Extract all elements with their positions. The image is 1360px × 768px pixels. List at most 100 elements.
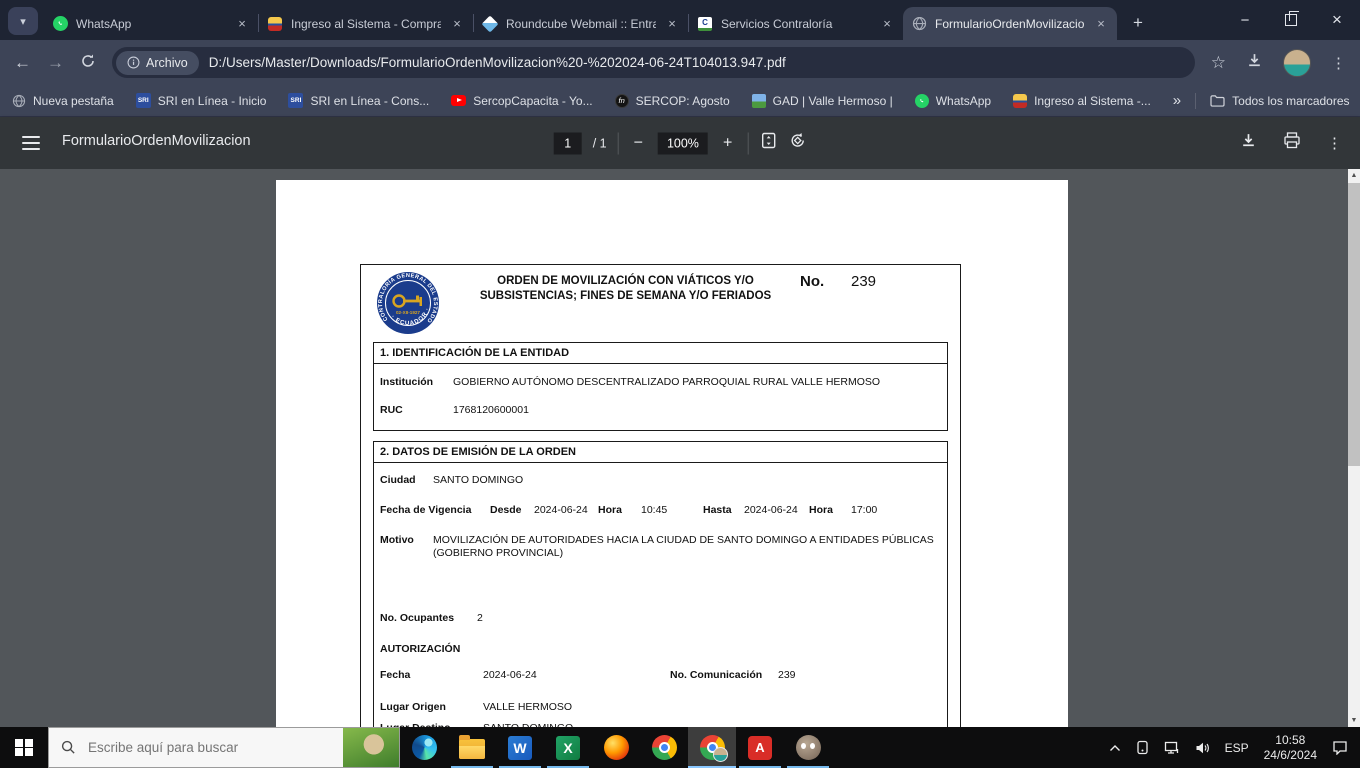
tray-network-icon[interactable]	[1164, 741, 1180, 755]
action-center-icon[interactable]	[1332, 740, 1348, 755]
taskbar-edge-icon[interactable]	[400, 727, 448, 768]
zoom-out-button[interactable]: −	[630, 134, 647, 152]
globe-icon	[911, 16, 927, 32]
desde-fecha: 2024-06-24	[534, 504, 598, 517]
start-button[interactable]	[0, 727, 48, 768]
bookmark-gad-valle-hermoso[interactable]: GAD | Valle Hermoso |	[752, 94, 893, 108]
divider	[618, 132, 619, 154]
pdf-more-button[interactable]: ⋮	[1327, 134, 1342, 152]
tray-volume-icon[interactable]	[1195, 741, 1210, 755]
sercop-icon: fn	[615, 94, 629, 108]
hora2-value: 17:00	[851, 504, 877, 517]
divider	[747, 132, 748, 154]
tab-servicios-contraloria[interactable]: C Servicios Contraloría ×	[689, 7, 903, 40]
tab-title: WhatsApp	[76, 17, 226, 31]
fecha-comunicacion-row: Fecha 2024-06-24 No. Comunicación 239	[380, 669, 941, 682]
all-bookmarks-button[interactable]: Todos los marcadores	[1210, 94, 1349, 108]
scrollbar-thumb[interactable]	[1348, 183, 1360, 466]
taskbar-chrome-profile-icon[interactable]	[688, 727, 736, 768]
pdf-download-button[interactable]	[1240, 132, 1257, 154]
taskbar-chrome-icon[interactable]	[640, 727, 688, 768]
tab-close-icon[interactable]: ×	[664, 16, 680, 32]
all-bookmarks-label: Todos los marcadores	[1232, 94, 1349, 108]
tab-search-button[interactable]: ▾	[8, 7, 38, 35]
hora1-value: 10:45	[641, 504, 703, 517]
tab-close-icon[interactable]: ×	[879, 16, 895, 32]
form-no-label: No.	[800, 273, 824, 290]
scrollbar[interactable]: ▲ ▼	[1348, 169, 1360, 727]
page-number-input[interactable]	[554, 132, 582, 154]
tab-formulario-active[interactable]: FormularioOrdenMovilizacio ×	[903, 7, 1117, 40]
taskbar-search[interactable]	[48, 727, 400, 768]
ruc-row: RUC 1768120600001	[380, 404, 941, 417]
pdf-controls: / 1 − +	[554, 132, 807, 155]
scroll-up-icon[interactable]: ▲	[1348, 169, 1360, 182]
tab-close-icon[interactable]: ×	[1093, 16, 1109, 32]
hasta-fecha: 2024-06-24	[744, 504, 809, 517]
taskbar-excel-icon[interactable]: X	[544, 727, 592, 768]
taskbar-firefox-icon[interactable]	[592, 727, 640, 768]
form-title: ORDEN DE MOVILIZACIÓN CON VIÁTICOS Y/O S…	[473, 274, 778, 303]
bookmark-sercop-agosto[interactable]: fn SERCOP: Agosto	[615, 94, 730, 108]
zoom-in-button[interactable]: +	[719, 134, 736, 152]
bookmark-sri-inicio[interactable]: SRI SRI en Línea - Inicio	[136, 93, 267, 108]
bookmark-sri-consultas[interactable]: SRI SRI en Línea - Cons...	[288, 93, 429, 108]
language-indicator[interactable]: ESP	[1225, 741, 1249, 755]
tray-chevron-up-icon[interactable]	[1109, 744, 1121, 752]
downloads-button[interactable]	[1246, 52, 1263, 74]
window-restore-button[interactable]	[1268, 0, 1314, 40]
tab-title: Servicios Contraloría	[721, 17, 871, 31]
taskbar-word-icon[interactable]: W	[496, 727, 544, 768]
contraloria-icon: C	[697, 16, 713, 32]
tab-close-icon[interactable]: ×	[234, 16, 250, 32]
back-button[interactable]: ←	[14, 54, 31, 71]
zoom-level-input[interactable]	[658, 132, 708, 154]
address-bar[interactable]: Archivo D:/Users/Master/Downloads/Formul…	[112, 47, 1195, 78]
fit-page-button[interactable]	[759, 132, 777, 155]
tray-device-icon[interactable]	[1136, 740, 1149, 755]
pdf-toolbar: FormularioOrdenMovilizacion / 1 − + ⋮	[0, 117, 1360, 169]
tab-ingreso-sistema[interactable]: Ingreso al Sistema - Compra ×	[259, 7, 473, 40]
chevron-down-icon: ▾	[20, 15, 26, 28]
bookmark-star-icon[interactable]: ☆	[1211, 53, 1226, 73]
ecuador-coat-icon	[267, 16, 283, 32]
taskbar-explorer-icon[interactable]	[448, 727, 496, 768]
page-count-label: / 1	[593, 136, 607, 150]
taskbar-acrobat-icon[interactable]: A	[736, 727, 784, 768]
taskbar: W X A ESP 10:58 24/6/2024	[0, 727, 1360, 768]
new-tab-button[interactable]: +	[1125, 10, 1151, 36]
rotate-button[interactable]	[788, 132, 806, 155]
bookmark-label: WhatsApp	[936, 94, 991, 108]
bookmark-label: Nueva pestaña	[33, 94, 114, 108]
bookmark-label: SERCOP: Agosto	[636, 94, 730, 108]
bookmark-whatsapp[interactable]: WhatsApp	[915, 94, 991, 108]
window-minimize-button[interactable]: −	[1222, 0, 1268, 40]
pdf-menu-icon[interactable]	[22, 136, 40, 150]
search-input[interactable]	[86, 739, 320, 756]
bookmarks-overflow-button[interactable]: »	[1173, 92, 1181, 109]
browser-menu-button[interactable]: ⋮	[1331, 54, 1346, 72]
vigencia-row: Fecha de Vigencia Desde 2024-06-24 Hora …	[380, 504, 941, 517]
institucion-label: Institución	[380, 376, 453, 389]
contraloria-seal-logo: CONTRALORÍA GENERAL DEL ESTADO · ECUADOR…	[375, 270, 441, 336]
search-highlight-image[interactable]	[343, 728, 399, 767]
tab-roundcube[interactable]: Roundcube Webmail :: Entra ×	[474, 7, 688, 40]
taskbar-gimp-icon[interactable]	[784, 727, 832, 768]
bookmark-ingreso-sistema[interactable]: Ingreso al Sistema -...	[1013, 94, 1151, 108]
bookmark-sercopcapacita[interactable]: SercopCapacita - Yo...	[451, 94, 592, 108]
bookmark-nueva-pestana[interactable]: Nueva pestaña	[12, 94, 114, 108]
scroll-down-icon[interactable]: ▼	[1348, 714, 1360, 727]
forward-button[interactable]: →	[47, 54, 64, 71]
lugar-origen-row: Lugar Origen VALLE HERMOSO	[380, 701, 941, 714]
pdf-print-button[interactable]	[1283, 132, 1301, 154]
tab-close-icon[interactable]: ×	[449, 16, 465, 32]
file-scheme-chip[interactable]: Archivo	[116, 51, 199, 75]
bookmark-label: GAD | Valle Hermoso |	[773, 94, 893, 108]
taskbar-clock[interactable]: 10:58 24/6/2024	[1264, 733, 1317, 763]
tab-whatsapp[interactable]: WhatsApp ×	[44, 7, 258, 40]
tab-strip: ▾ WhatsApp × Ingreso al Sistema - Compra…	[0, 0, 1360, 40]
reload-button[interactable]	[80, 53, 96, 72]
form-header: CONTRALORÍA GENERAL DEL ESTADO · ECUADOR…	[373, 265, 948, 342]
window-close-button[interactable]: ×	[1314, 0, 1360, 40]
profile-avatar[interactable]	[1283, 49, 1311, 77]
